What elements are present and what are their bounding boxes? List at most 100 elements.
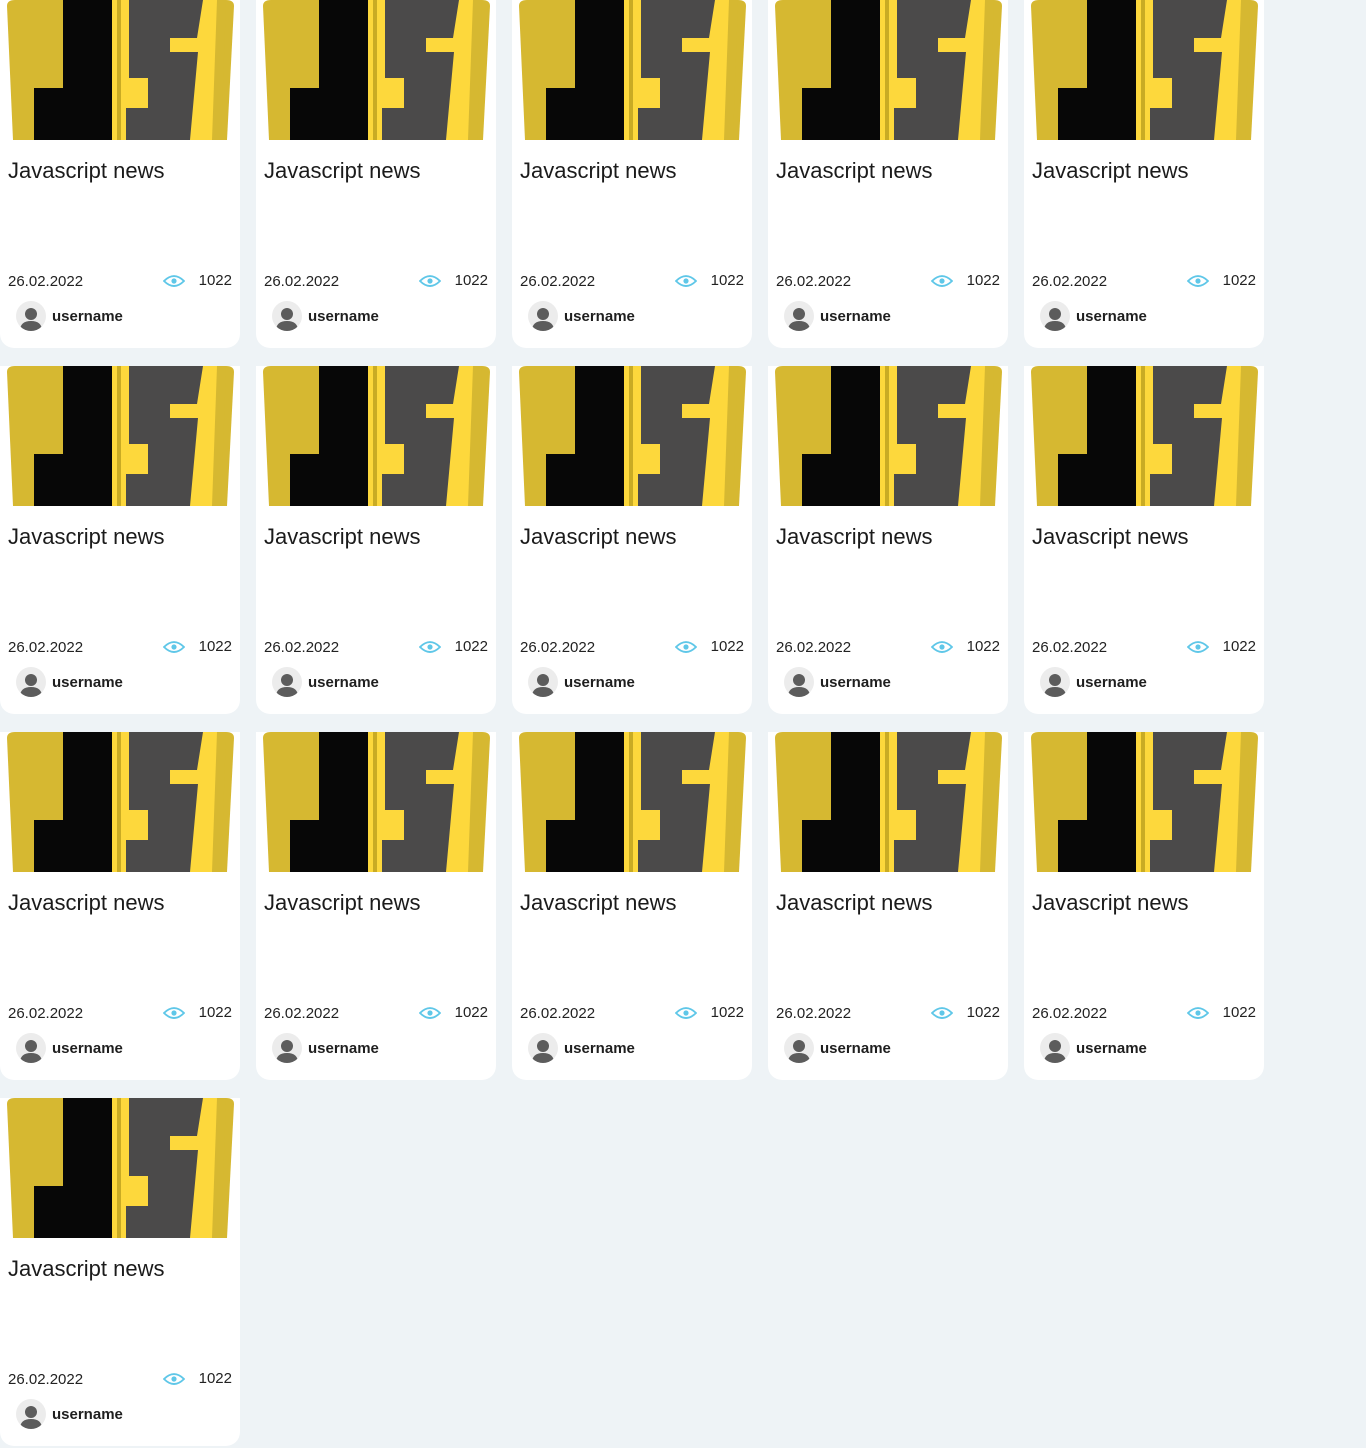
author[interactable]: username: [528, 1033, 635, 1063]
author-name[interactable]: username: [52, 308, 123, 325]
avatar[interactable]: [1040, 667, 1070, 697]
user-icon: [788, 1040, 810, 1063]
author-name[interactable]: username: [52, 674, 123, 691]
author[interactable]: username: [784, 667, 891, 697]
news-card[interactable]: Javascript news 26.02.2022 1022 username: [0, 732, 240, 1080]
author[interactable]: username: [272, 1033, 379, 1063]
news-card[interactable]: Javascript news 26.02.2022 1022 username: [256, 732, 496, 1080]
news-card[interactable]: Javascript news 26.02.2022 1022 username: [256, 0, 496, 348]
card-title[interactable]: Javascript news: [1032, 523, 1189, 551]
author[interactable]: username: [784, 301, 891, 331]
author[interactable]: username: [16, 301, 123, 331]
js-logo-icon[interactable]: [263, 366, 490, 506]
js-logo-icon[interactable]: [7, 0, 234, 140]
card-title[interactable]: Javascript news: [8, 157, 165, 185]
avatar[interactable]: [528, 301, 558, 331]
news-card[interactable]: Javascript news 26.02.2022 1022 username: [1024, 0, 1264, 348]
avatar[interactable]: [272, 1033, 302, 1063]
js-logo-icon[interactable]: [1031, 366, 1258, 506]
author[interactable]: username: [16, 1033, 123, 1063]
news-card[interactable]: Javascript news 26.02.2022 1022 username: [0, 1098, 240, 1446]
js-logo-icon[interactable]: [263, 0, 490, 140]
author-name[interactable]: username: [564, 1040, 635, 1057]
card-title[interactable]: Javascript news: [264, 523, 421, 551]
card-title[interactable]: Javascript news: [776, 157, 933, 185]
avatar[interactable]: [16, 1399, 46, 1429]
card-title[interactable]: Javascript news: [520, 889, 677, 917]
author[interactable]: username: [16, 1399, 123, 1429]
news-card[interactable]: Javascript news 26.02.2022 1022 username: [0, 0, 240, 348]
card-title[interactable]: Javascript news: [776, 523, 933, 551]
news-card[interactable]: Javascript news 26.02.2022 1022 username: [768, 366, 1008, 714]
author-name[interactable]: username: [1076, 1040, 1147, 1057]
card-title[interactable]: Javascript news: [1032, 889, 1189, 917]
js-logo-icon[interactable]: [775, 732, 1002, 872]
author[interactable]: username: [1040, 1033, 1147, 1063]
author[interactable]: username: [528, 301, 635, 331]
card-title[interactable]: Javascript news: [8, 1255, 165, 1283]
js-logo-icon[interactable]: [775, 0, 1002, 140]
avatar[interactable]: [1040, 1033, 1070, 1063]
news-card[interactable]: Javascript news 26.02.2022 1022 username: [1024, 366, 1264, 714]
author-name[interactable]: username: [564, 674, 635, 691]
views-count: 1022: [930, 272, 1000, 290]
avatar[interactable]: [272, 301, 302, 331]
card-title[interactable]: Javascript news: [8, 889, 165, 917]
card-title[interactable]: Javascript news: [264, 889, 421, 917]
author[interactable]: username: [528, 667, 635, 697]
avatar[interactable]: [528, 1033, 558, 1063]
news-card[interactable]: Javascript news 26.02.2022 1022 username: [0, 366, 240, 714]
author-name[interactable]: username: [1076, 674, 1147, 691]
author-name[interactable]: username: [820, 308, 891, 325]
author[interactable]: username: [784, 1033, 891, 1063]
card-title[interactable]: Javascript news: [1032, 157, 1189, 185]
card-title[interactable]: Javascript news: [520, 523, 677, 551]
avatar[interactable]: [784, 667, 814, 697]
author-name[interactable]: username: [820, 1040, 891, 1057]
card-title[interactable]: Javascript news: [520, 157, 677, 185]
eye-icon: [930, 275, 953, 287]
author-name[interactable]: username: [564, 308, 635, 325]
avatar[interactable]: [272, 667, 302, 697]
news-card[interactable]: Javascript news 26.02.2022 1022 username: [512, 732, 752, 1080]
news-card[interactable]: Javascript news 26.02.2022 1022 username: [768, 0, 1008, 348]
news-card[interactable]: Javascript news 26.02.2022 1022 username: [1024, 732, 1264, 1080]
author-name[interactable]: username: [308, 308, 379, 325]
views-value: 1022: [454, 1004, 488, 1021]
js-logo-icon[interactable]: [775, 366, 1002, 506]
news-card[interactable]: Javascript news 26.02.2022 1022 username: [768, 732, 1008, 1080]
avatar[interactable]: [16, 667, 46, 697]
js-logo-icon[interactable]: [519, 366, 746, 506]
js-logo-icon[interactable]: [1031, 0, 1258, 140]
card-title[interactable]: Javascript news: [776, 889, 933, 917]
author[interactable]: username: [1040, 667, 1147, 697]
author-name[interactable]: username: [1076, 308, 1147, 325]
author-name[interactable]: username: [52, 1040, 123, 1057]
author[interactable]: username: [272, 667, 379, 697]
author-name[interactable]: username: [820, 674, 891, 691]
avatar[interactable]: [16, 1033, 46, 1063]
avatar[interactable]: [784, 1033, 814, 1063]
js-logo-icon[interactable]: [519, 732, 746, 872]
author[interactable]: username: [272, 301, 379, 331]
avatar[interactable]: [1040, 301, 1070, 331]
js-logo-icon[interactable]: [7, 732, 234, 872]
author-name[interactable]: username: [52, 1406, 123, 1423]
avatar[interactable]: [528, 667, 558, 697]
news-card[interactable]: Javascript news 26.02.2022 1022 username: [512, 0, 752, 348]
news-card[interactable]: Javascript news 26.02.2022 1022 username: [256, 366, 496, 714]
avatar[interactable]: [16, 301, 46, 331]
author[interactable]: username: [1040, 301, 1147, 331]
news-card[interactable]: Javascript news 26.02.2022 1022 username: [512, 366, 752, 714]
card-title[interactable]: Javascript news: [264, 157, 421, 185]
author[interactable]: username: [16, 667, 123, 697]
card-title[interactable]: Javascript news: [8, 523, 165, 551]
author-name[interactable]: username: [308, 1040, 379, 1057]
js-logo-icon[interactable]: [263, 732, 490, 872]
avatar[interactable]: [784, 301, 814, 331]
js-logo-icon[interactable]: [7, 366, 234, 506]
author-name[interactable]: username: [308, 674, 379, 691]
js-logo-icon[interactable]: [519, 0, 746, 140]
js-logo-icon[interactable]: [7, 1098, 234, 1238]
js-logo-icon[interactable]: [1031, 732, 1258, 872]
